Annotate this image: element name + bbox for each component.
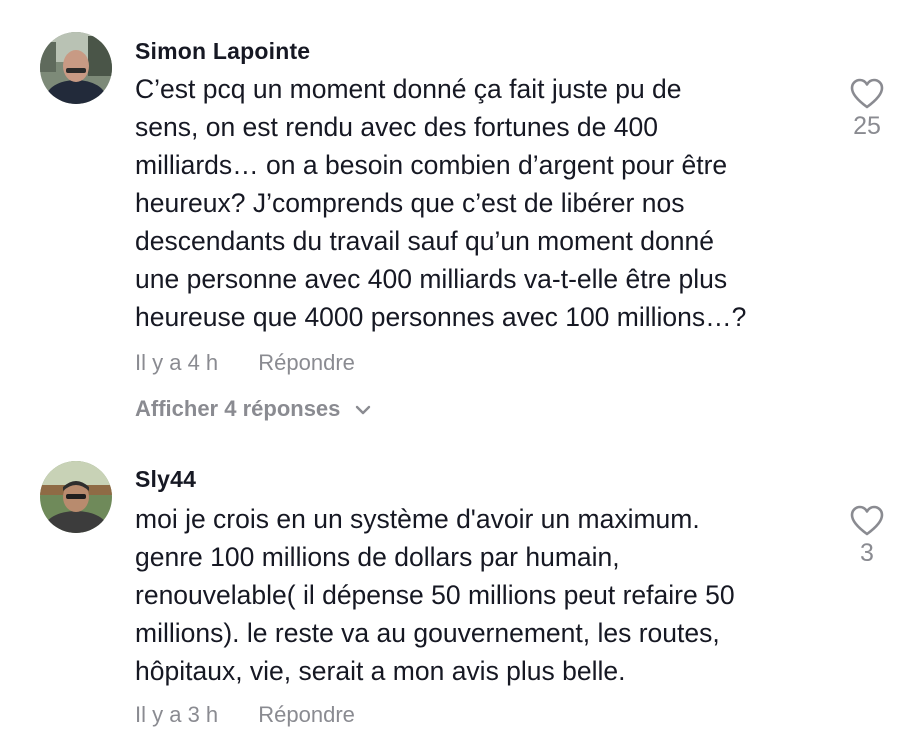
heart-outline-icon bbox=[850, 505, 884, 536]
reply-button[interactable]: Répondre bbox=[258, 702, 355, 728]
heart-outline-icon bbox=[850, 78, 884, 109]
comment-text-line: sens, on est rendu avec des fortunes de … bbox=[135, 112, 658, 142]
comment-text-line: descendants du travail sauf qu’un moment… bbox=[135, 226, 714, 256]
avatar[interactable] bbox=[40, 461, 112, 533]
comment-text-line: moi je crois en un système d'avoir un ma… bbox=[135, 504, 700, 534]
comment-meta: Il y a 4 h Répondre bbox=[135, 350, 355, 376]
comment-text-line: millions). le reste va au gouvernement, … bbox=[135, 618, 720, 648]
comment-meta: Il y a 3 h Répondre bbox=[135, 702, 355, 728]
comment-item: Simon Lapointe C’est pcq un moment donné… bbox=[0, 0, 910, 440]
comment-text-line: genre 100 millions de dollars par humain… bbox=[135, 542, 620, 572]
comment-username[interactable]: Simon Lapointe bbox=[135, 38, 310, 65]
like-count: 25 bbox=[853, 112, 881, 140]
like-button[interactable]: 3 bbox=[840, 505, 894, 568]
chevron-down-icon bbox=[355, 405, 370, 415]
like-count: 3 bbox=[860, 539, 874, 567]
comment-text: moi je crois en un système d'avoir un ma… bbox=[135, 500, 835, 690]
comment-text-line: milliards… on a besoin combien d’argent … bbox=[135, 150, 728, 180]
comment-timestamp: Il y a 4 h bbox=[135, 350, 219, 375]
comment-text-line: hôpitaux, vie, serait a mon avis plus be… bbox=[135, 656, 626, 686]
comment-text-line: heureuse que 4000 personnes avec 100 mil… bbox=[135, 302, 747, 332]
view-replies-label: Afficher 4 réponses bbox=[135, 396, 341, 421]
comment-text-line: renouvelable( il dépense 50 millions peu… bbox=[135, 580, 735, 610]
comment-text-line: heureux? J’comprends que c’est de libére… bbox=[135, 188, 685, 218]
reply-button[interactable]: Répondre bbox=[258, 350, 355, 376]
comment-text: C’est pcq un moment donné ça fait juste … bbox=[135, 70, 835, 336]
like-button[interactable]: 25 bbox=[840, 78, 894, 141]
comment-text-line: une personne avec 400 milliards va-t-ell… bbox=[135, 264, 728, 294]
avatar[interactable] bbox=[40, 32, 112, 104]
comment-timestamp: Il y a 3 h bbox=[135, 702, 219, 727]
comment-item: Sly44 moi je crois en un système d'avoir… bbox=[0, 440, 910, 740]
comment-username[interactable]: Sly44 bbox=[135, 466, 196, 493]
view-replies-button[interactable]: Afficher 4 réponses bbox=[135, 396, 371, 422]
comment-text-line: C’est pcq un moment donné ça fait juste … bbox=[135, 74, 682, 104]
